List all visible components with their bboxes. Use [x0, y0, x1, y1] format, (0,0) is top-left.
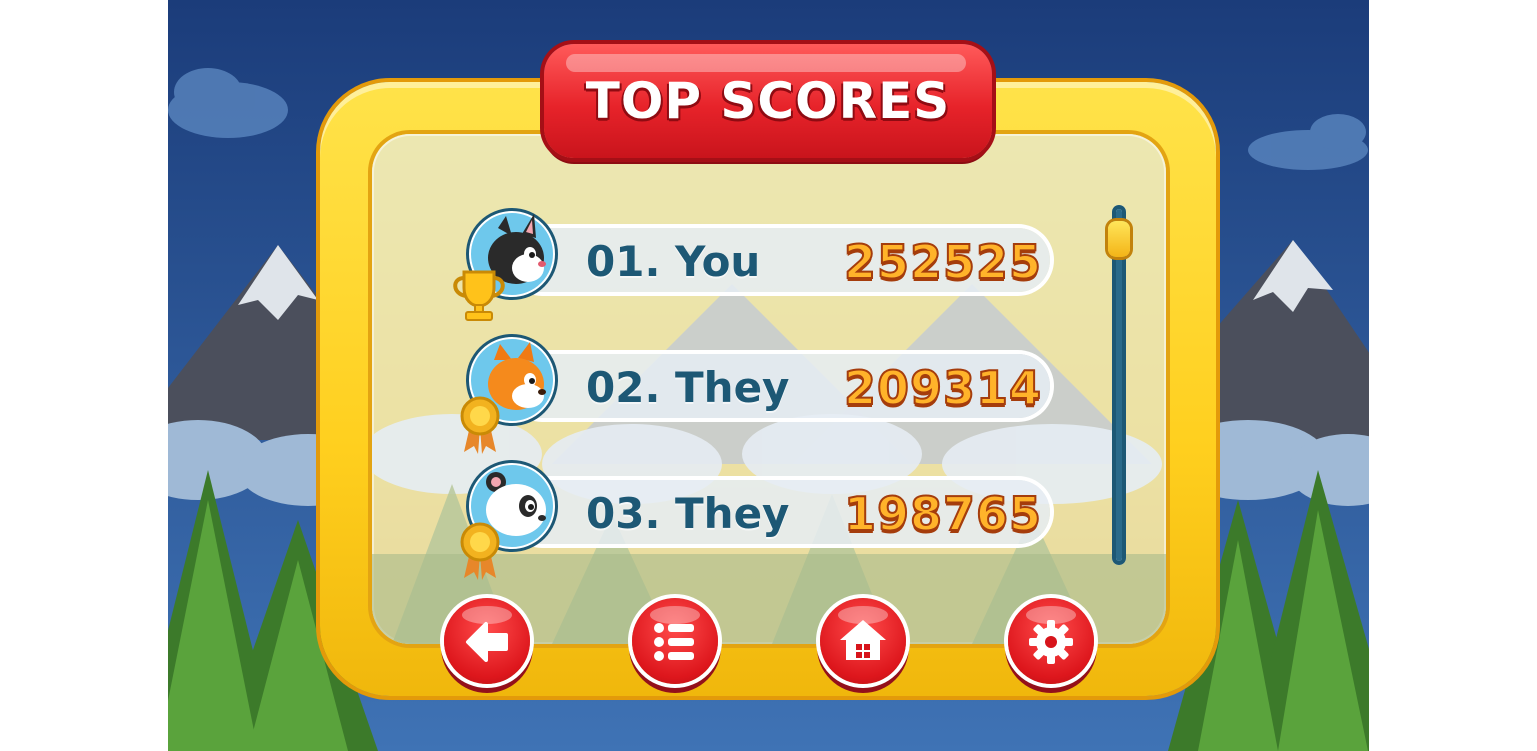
- leaderboard-list-button[interactable]: [632, 598, 718, 684]
- score-list-scrollbar[interactable]: [1108, 205, 1130, 565]
- title-banner: TOP SCORES: [544, 44, 992, 158]
- medal-icon: [460, 396, 500, 454]
- player-score: 209314: [843, 360, 1042, 416]
- home-button[interactable]: [820, 598, 906, 684]
- list-icon: [654, 623, 694, 661]
- score-row-2: 02. They 209314: [460, 332, 1060, 454]
- page-title: TOP SCORES: [585, 72, 951, 130]
- scrollbar-track: [1116, 209, 1122, 561]
- score-row-3: 03. They 198765: [460, 458, 1060, 580]
- back-arrow-icon: [466, 622, 508, 662]
- player-name: 01. You: [586, 237, 761, 286]
- medal-icon: [460, 522, 500, 580]
- player-name: 02. They: [586, 363, 790, 412]
- scrollbar-thumb[interactable]: [1108, 221, 1130, 257]
- trophy-icon: [453, 270, 505, 321]
- back-button[interactable]: [444, 598, 530, 684]
- home-icon: [840, 620, 886, 660]
- gear-icon: [1029, 620, 1073, 664]
- player-score: 252525: [843, 234, 1042, 290]
- player-score: 198765: [843, 486, 1042, 542]
- score-row-1: 01. You 252525: [453, 206, 1060, 321]
- player-name: 03. They: [586, 489, 790, 538]
- settings-button[interactable]: [1008, 598, 1094, 684]
